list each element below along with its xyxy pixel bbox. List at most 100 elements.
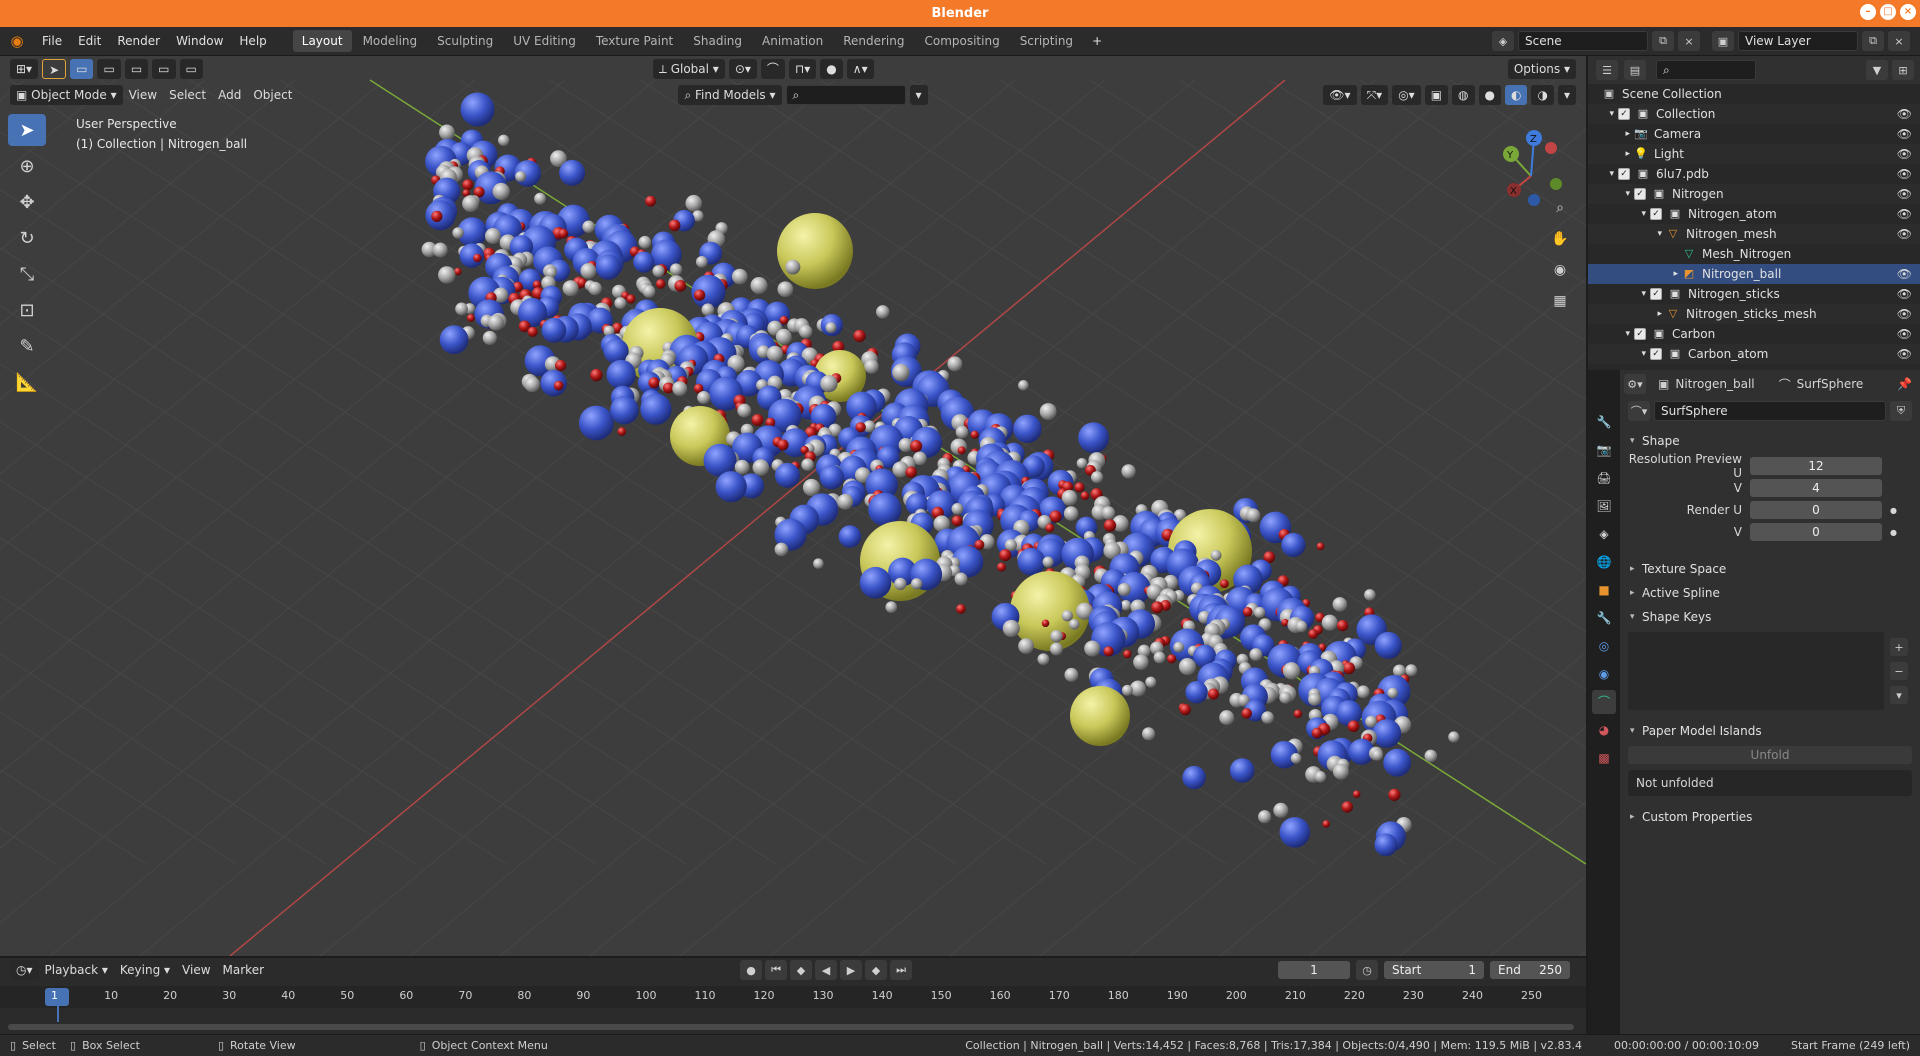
render-v-field[interactable]: 0 — [1750, 523, 1882, 541]
filter-icon[interactable]: ▼ — [1866, 60, 1888, 80]
atom-sphere[interactable] — [1246, 508, 1261, 523]
outliner-row[interactable]: ▸ 📷 Camera 👁 — [1588, 124, 1920, 144]
atom-sphere[interactable] — [1121, 684, 1133, 696]
record-icon[interactable]: ● — [740, 960, 763, 980]
atom-sphere[interactable] — [527, 326, 538, 337]
atom-sphere[interactable] — [1342, 662, 1356, 675]
timeline-scrollbar[interactable] — [8, 1024, 1574, 1030]
atom-sphere[interactable] — [775, 328, 792, 345]
blender-logo-icon[interactable]: ◉ — [0, 32, 34, 50]
new-view-layer-icon[interactable]: ⧉ — [1862, 31, 1884, 51]
select-mode-intersect-icon[interactable]: ▭ — [179, 59, 203, 79]
y-neg-gizmo-icon[interactable] — [1550, 178, 1562, 190]
pivot-point-icon[interactable]: ⊙▾ — [728, 59, 757, 79]
atom-sphere[interactable] — [595, 254, 622, 280]
visibility-eye-icon[interactable]: 👁 — [1897, 107, 1912, 121]
viewport-canvas[interactable] — [0, 56, 1586, 956]
atom-sphere[interactable] — [553, 380, 564, 391]
play-reverse-icon[interactable]: ◀ — [815, 960, 838, 980]
menu-view[interactable]: View — [123, 85, 163, 105]
atom-sphere[interactable] — [1167, 654, 1177, 664]
atom-sphere[interactable] — [1210, 549, 1222, 561]
expand-toggle-icon[interactable]: ▾ — [1588, 289, 1650, 299]
pin-icon[interactable]: 📌 — [1897, 377, 1912, 391]
expand-toggle-icon[interactable]: ▸ — [1588, 149, 1634, 159]
outliner-row[interactable]: ▾ ✓ ▣ Carbon_atom 👁 — [1588, 344, 1920, 364]
keyframe-dot-icon[interactable]: ● — [1890, 528, 1897, 537]
fake-user-icon[interactable]: ⛨ — [1890, 401, 1912, 421]
timeline-ruler[interactable]: 1 10 20 30 40 50 60 70 80 90 100 110 120 130 140 150 160… — [0, 986, 1586, 1022]
shape-keys-list[interactable] — [1628, 632, 1884, 710]
expand-toggle-icon[interactable]: ▾ — [1588, 109, 1618, 119]
outliner-row[interactable]: ▾ ▽ Nitrogen_mesh 👁 — [1588, 224, 1920, 244]
atom-sphere[interactable] — [582, 220, 595, 233]
atom-sphere[interactable] — [432, 242, 448, 258]
atom-sphere[interactable] — [1091, 471, 1104, 484]
tab-scripting[interactable]: Scripting — [1011, 30, 1082, 52]
atom-sphere[interactable] — [617, 427, 627, 436]
menu-keying[interactable]: Keying ▾ — [114, 960, 176, 980]
texture-space-panel-header[interactable]: ▸ Texture Space — [1620, 558, 1920, 580]
atom-sphere[interactable] — [951, 502, 964, 515]
display-mode-icon[interactable]: ▤ — [1624, 60, 1646, 80]
atom-sphere[interactable] — [1258, 810, 1272, 824]
atom-sphere[interactable] — [515, 171, 527, 182]
atom-sphere[interactable] — [452, 227, 464, 239]
atom-sphere[interactable] — [674, 279, 687, 292]
expand-toggle-icon[interactable]: ▾ — [1588, 349, 1650, 359]
expand-toggle-icon[interactable]: ▾ — [1588, 329, 1634, 339]
atom-sphere[interactable] — [731, 268, 748, 285]
atom-sphere[interactable] — [1151, 601, 1164, 614]
atom-sphere[interactable] — [1219, 579, 1229, 589]
atom-sphere[interactable] — [1290, 753, 1302, 764]
atom-sphere[interactable] — [473, 253, 482, 263]
atom-sphere[interactable] — [951, 515, 963, 527]
remove-scene-icon[interactable]: × — [1678, 31, 1700, 51]
atom-sphere[interactable] — [1017, 547, 1046, 576]
annotate-tool-icon[interactable]: ✎ — [8, 330, 46, 362]
atom-sphere[interactable] — [1121, 464, 1136, 479]
transform-tool-icon[interactable]: ⊡ — [8, 294, 46, 326]
move-tool-icon[interactable]: ✥ — [8, 186, 46, 218]
atom-sphere[interactable] — [1145, 676, 1157, 688]
atom-sphere[interactable] — [868, 492, 902, 526]
atom-sphere[interactable] — [655, 279, 666, 289]
outliner-row[interactable]: ▸ 💡 Light 👁 — [1588, 144, 1920, 164]
atom-sphere[interactable] — [1076, 457, 1088, 469]
atom-sphere[interactable] — [1249, 648, 1263, 661]
atom-sphere[interactable] — [695, 256, 708, 268]
atom-sphere[interactable] — [555, 359, 567, 372]
atom-sphere[interactable] — [1142, 727, 1156, 741]
atom-sphere[interactable] — [1123, 649, 1132, 659]
atom-sphere[interactable] — [431, 210, 443, 223]
transform-orientation-dropdown[interactable]: ⟂ Global ▾ — [652, 59, 725, 79]
world-tab-icon[interactable]: 🌐 — [1592, 550, 1616, 574]
output-tab-icon[interactable]: 🖨 — [1592, 466, 1616, 490]
atom-sphere[interactable] — [802, 478, 821, 497]
atom-sphere[interactable] — [1045, 523, 1055, 533]
mode-dropdown[interactable]: ▣ Object Mode ▾ — [10, 85, 123, 105]
atom-sphere[interactable] — [562, 280, 579, 297]
x-neg-gizmo-icon[interactable] — [1545, 142, 1557, 154]
atom-sphere[interactable] — [1374, 631, 1402, 659]
atom-sphere[interactable] — [1041, 619, 1050, 628]
atom-sphere[interactable] — [751, 414, 764, 426]
menu-help[interactable]: Help — [231, 27, 274, 56]
menu-timeline-view[interactable]: View — [176, 960, 216, 980]
atom-sphere[interactable] — [1178, 658, 1197, 676]
atom-sphere[interactable] — [1103, 519, 1117, 532]
atom-sphere[interactable] — [785, 259, 801, 275]
atom-sphere[interactable] — [1229, 758, 1255, 783]
falloff-icon[interactable]: ∧▾ — [846, 59, 874, 79]
atom-sphere[interactable] — [1173, 641, 1185, 653]
atom-sphere[interactable] — [1321, 614, 1338, 631]
scene-field[interactable]: Scene — [1518, 31, 1648, 51]
visibility-eye-icon[interactable]: 👁 — [1897, 347, 1912, 361]
cursor-tool-icon[interactable]: ⊕ — [8, 150, 46, 182]
scene-tab-icon[interactable]: ◈ — [1592, 522, 1616, 546]
tab-uv-editing[interactable]: UV Editing — [504, 30, 585, 52]
atom-sphere[interactable] — [1341, 801, 1353, 813]
atom-sphere[interactable] — [1261, 711, 1274, 724]
atom-sphere[interactable] — [1364, 589, 1376, 601]
atom-sphere[interactable] — [1068, 618, 1080, 630]
